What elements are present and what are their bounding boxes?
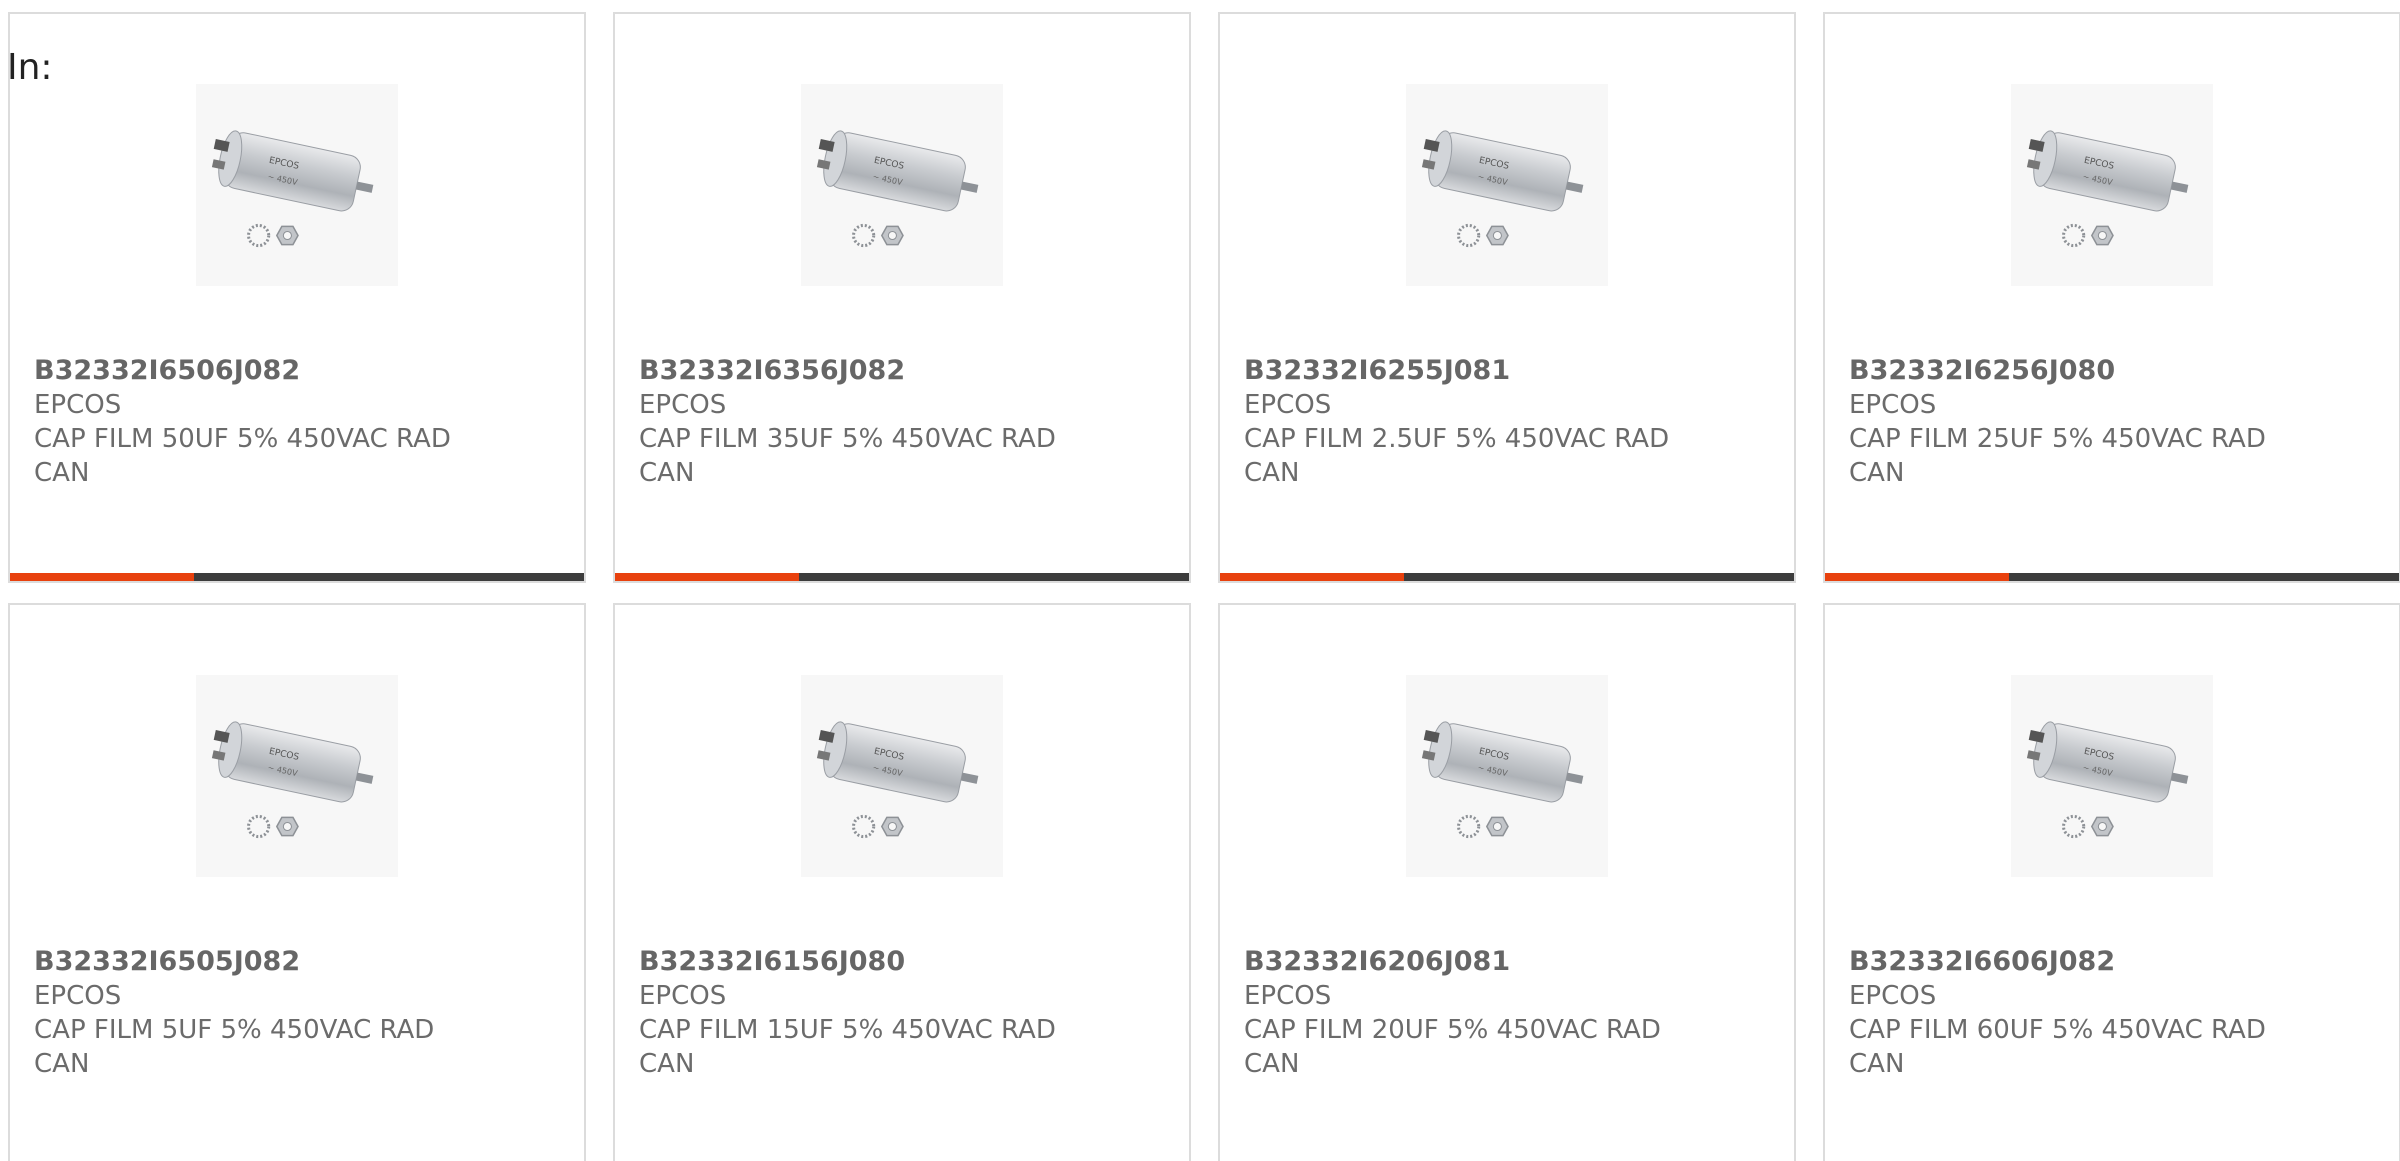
progress-fill [1220, 573, 1404, 581]
product-info: B32332I6206J081 EPCOS CAP FILM 20UF 5% 4… [1244, 945, 1764, 1081]
progress-bar [615, 573, 1189, 581]
capacitor-image[interactable]: EPCOS ~ 450V [1406, 84, 1608, 286]
progress-bar [1825, 573, 2399, 581]
product-info: B32332I6505J082 EPCOS CAP FILM 5UF 5% 45… [34, 945, 554, 1081]
product-description: CAP FILM 15UF 5% 450VAC RAD CAN [639, 1015, 1056, 1079]
capacitor-image[interactable]: EPCOS ~ 450V [1406, 675, 1608, 877]
manufacturer: EPCOS [1849, 390, 1937, 420]
product-card[interactable]: EPCOS ~ 450V B32332I6356J082 EPCOS CAP F… [613, 12, 1191, 583]
capacitor-image[interactable]: EPCOS ~ 450V [196, 84, 398, 286]
product-grid: EPCOS ~ 450V B32332I6506J082 EPCOS CAP F… [8, 12, 2400, 1161]
part-number[interactable]: B32332I6256J080 [1849, 354, 2369, 388]
product-info: B32332I6256J080 EPCOS CAP FILM 25UF 5% 4… [1849, 354, 2369, 490]
capacitor-image[interactable]: EPCOS ~ 450V [2011, 84, 2213, 286]
progress-bar [1220, 573, 1794, 581]
progress-fill [10, 573, 194, 581]
product-info: B32332I6606J082 EPCOS CAP FILM 60UF 5% 4… [1849, 945, 2369, 1081]
manufacturer: EPCOS [34, 390, 122, 420]
product-info: B32332I6506J082 EPCOS CAP FILM 50UF 5% 4… [34, 354, 554, 490]
product-grid-page: In: EPCOS ~ 450V B32332I6506J082 EPCOS C… [0, 0, 2400, 1161]
product-description: CAP FILM 60UF 5% 450VAC RAD CAN [1849, 1015, 2266, 1079]
product-info: B32332I6356J082 EPCOS CAP FILM 35UF 5% 4… [639, 354, 1159, 490]
progress-fill [1825, 573, 2009, 581]
manufacturer: EPCOS [1849, 981, 1937, 1011]
manufacturer: EPCOS [34, 981, 122, 1011]
in-label: In: [7, 47, 53, 88]
product-card[interactable]: EPCOS ~ 450V B32332I6505J082 EPCOS CAP F… [8, 603, 586, 1161]
part-number[interactable]: B32332I6505J082 [34, 945, 554, 979]
product-description: CAP FILM 5UF 5% 450VAC RAD CAN [34, 1015, 435, 1079]
product-description: CAP FILM 2.5UF 5% 450VAC RAD CAN [1244, 424, 1670, 488]
manufacturer: EPCOS [639, 981, 727, 1011]
manufacturer: EPCOS [1244, 390, 1332, 420]
part-number[interactable]: B32332I6506J082 [34, 354, 554, 388]
capacitor-image[interactable]: EPCOS ~ 450V [196, 675, 398, 877]
product-info: B32332I6156J080 EPCOS CAP FILM 15UF 5% 4… [639, 945, 1159, 1081]
product-card[interactable]: EPCOS ~ 450V B32332I6206J081 EPCOS CAP F… [1218, 603, 1796, 1161]
part-number[interactable]: B32332I6356J082 [639, 354, 1159, 388]
progress-fill [615, 573, 799, 581]
product-info: B32332I6255J081 EPCOS CAP FILM 2.5UF 5% … [1244, 354, 1764, 490]
manufacturer: EPCOS [639, 390, 727, 420]
capacitor-image[interactable]: EPCOS ~ 450V [801, 675, 1003, 877]
product-card[interactable]: EPCOS ~ 450V B32332I6606J082 EPCOS CAP F… [1823, 603, 2400, 1161]
capacitor-image[interactable]: EPCOS ~ 450V [2011, 675, 2213, 877]
manufacturer: EPCOS [1244, 981, 1332, 1011]
product-card[interactable]: EPCOS ~ 450V B32332I6506J082 EPCOS CAP F… [8, 12, 586, 583]
product-card[interactable]: EPCOS ~ 450V B32332I6255J081 EPCOS CAP F… [1218, 12, 1796, 583]
part-number[interactable]: B32332I6206J081 [1244, 945, 1764, 979]
product-description: CAP FILM 35UF 5% 450VAC RAD CAN [639, 424, 1056, 488]
product-card[interactable]: EPCOS ~ 450V B32332I6256J080 EPCOS CAP F… [1823, 12, 2400, 583]
product-description: CAP FILM 50UF 5% 450VAC RAD CAN [34, 424, 451, 488]
part-number[interactable]: B32332I6255J081 [1244, 354, 1764, 388]
product-card[interactable]: EPCOS ~ 450V B32332I6156J080 EPCOS CAP F… [613, 603, 1191, 1161]
part-number[interactable]: B32332I6156J080 [639, 945, 1159, 979]
progress-bar [10, 573, 584, 581]
capacitor-image[interactable]: EPCOS ~ 450V [801, 84, 1003, 286]
product-description: CAP FILM 20UF 5% 450VAC RAD CAN [1244, 1015, 1661, 1079]
part-number[interactable]: B32332I6606J082 [1849, 945, 2369, 979]
product-description: CAP FILM 25UF 5% 450VAC RAD CAN [1849, 424, 2266, 488]
